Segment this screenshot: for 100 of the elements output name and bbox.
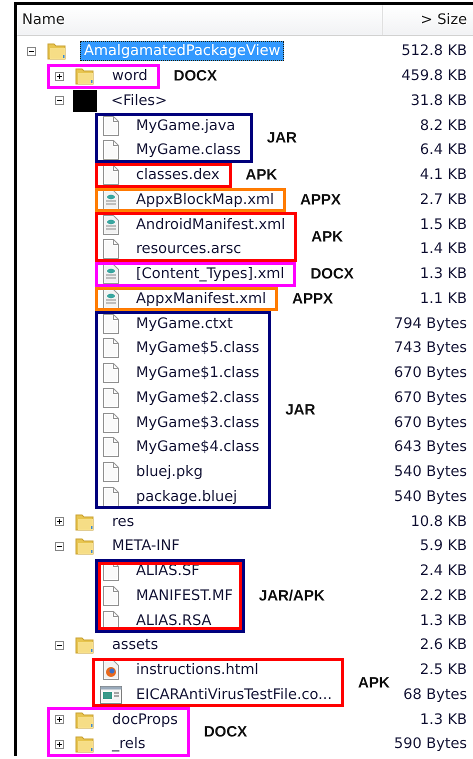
tree-item[interactable]: [Content_Types].xml <box>132 264 288 284</box>
xml-file-icon <box>103 190 119 210</box>
tree-item[interactable]: _rels <box>108 734 150 754</box>
file-size: 1.1 KB <box>420 290 468 307</box>
tree-item[interactable]: AndroidManifest.xml <box>132 214 290 235</box>
file-size: 2.4 KB <box>420 563 468 580</box>
tree-item[interactable]: MyGame$3.class <box>132 412 264 433</box>
file-icon <box>103 437 119 458</box>
annotation-label: APPX <box>300 191 341 208</box>
tree-item[interactable]: assets <box>108 635 162 656</box>
expander-icon[interactable] <box>55 715 64 724</box>
annotation-label: APK <box>246 166 278 184</box>
folder-icon <box>75 710 95 730</box>
html-file-icon <box>103 660 119 680</box>
column-header[interactable]: Name <box>17 12 65 28</box>
file-icon <box>103 363 119 384</box>
annotation-label: APK <box>358 674 390 691</box>
file-icon <box>103 314 119 334</box>
folder-icon <box>47 41 67 62</box>
tree-item[interactable]: MyGame$2.class <box>132 388 264 408</box>
file-icon <box>103 140 119 160</box>
file-size: 540 Bytes <box>394 488 468 505</box>
expander-icon[interactable] <box>27 46 36 56</box>
file-size: 643 Bytes <box>394 439 468 456</box>
expander-icon[interactable] <box>55 740 64 749</box>
file-size: 743 Bytes <box>394 340 468 356</box>
tree-item[interactable]: ALIAS.RSA <box>132 610 216 631</box>
file-size: 670 Bytes <box>394 414 468 431</box>
file-size: 2.5 KB <box>420 662 468 678</box>
file-size: 540 Bytes <box>394 464 468 480</box>
file-size: 670 Bytes <box>394 390 468 406</box>
file-size: 1.4 KB <box>420 241 468 258</box>
tree-item[interactable]: <Files> <box>107 90 172 111</box>
tree-item[interactable]: MyGame$1.class <box>132 363 264 384</box>
file-icon <box>103 412 119 433</box>
xml-file-icon <box>103 214 119 235</box>
tree-item[interactable]: res <box>108 512 138 532</box>
tree-item[interactable]: word <box>108 66 152 86</box>
file-size: 4.1 KB <box>420 167 468 184</box>
file-size: 459.8 KB <box>401 68 468 84</box>
annotation-label: JAR <box>285 402 316 419</box>
file-size: 2.7 KB <box>420 192 468 208</box>
file-icon <box>103 165 119 186</box>
file-size: 794 Bytes <box>394 316 468 332</box>
tree-item[interactable]: docProps <box>108 710 182 730</box>
annotation-label: JAR <box>266 130 297 146</box>
file-size: 1.3 KB <box>420 266 468 282</box>
expander-icon[interactable] <box>55 517 64 526</box>
application-icon <box>100 686 122 704</box>
file-size: 8.2 KB <box>420 118 468 134</box>
folder-icon <box>75 512 95 532</box>
file-size: 5.9 KB <box>420 538 468 554</box>
annotation-label: DOCX <box>174 68 217 85</box>
file-icon <box>103 116 119 136</box>
file-size: 512.8 KB <box>401 43 468 60</box>
expander-icon[interactable] <box>55 72 64 81</box>
tree-item[interactable]: AppxBlockMap.xml <box>132 190 278 210</box>
tree-item[interactable]: EICARAntiVirusTestFile.co... <box>132 684 336 705</box>
file-size: 1.3 KB <box>420 712 468 728</box>
folder-icon <box>75 734 95 754</box>
tree-item[interactable]: MyGame.class <box>132 140 245 160</box>
file-icon <box>103 239 119 260</box>
file-size: 31.8 KB <box>410 92 468 109</box>
tree-item[interactable]: MyGame$4.class <box>132 437 264 458</box>
file-icon <box>103 586 119 606</box>
expander-icon[interactable] <box>55 542 64 551</box>
folder-icon <box>75 536 95 556</box>
xml-file-icon <box>103 264 119 284</box>
file-icon <box>103 462 119 482</box>
file-size: 6.4 KB <box>420 142 468 158</box>
tree-item[interactable]: resources.arsc <box>132 239 246 260</box>
annotation-label: JAR/APK <box>258 587 325 604</box>
expander-icon[interactable] <box>55 96 64 106</box>
column-header[interactable]: > Size <box>382 5 473 35</box>
expander-icon[interactable] <box>55 640 64 650</box>
tree-item[interactable]: classes.dex <box>132 165 224 186</box>
tree-item[interactable]: MyGame.java <box>132 116 240 136</box>
file-size: 2.6 KB <box>420 637 468 654</box>
file-size: 1.5 KB <box>420 216 468 233</box>
redaction-block-icon <box>73 90 97 112</box>
file-size: 670 Bytes <box>394 365 468 382</box>
tree-item[interactable]: META-INF <box>108 536 184 556</box>
annotation-label: APPX <box>292 290 333 308</box>
tree-item[interactable]: instructions.html <box>132 660 263 680</box>
file-icon <box>103 338 119 358</box>
tree-item[interactable]: bluej.pkg <box>132 462 207 482</box>
file-icon <box>103 388 119 408</box>
tree-item[interactable]: MANIFEST.MF <box>132 586 237 606</box>
file-size: 10.8 KB <box>410 514 468 530</box>
tree-item[interactable]: MyGame.ctxt <box>132 314 237 334</box>
file-size: 1.3 KB <box>420 612 468 629</box>
file-icon <box>103 486 119 507</box>
tree-item[interactable]: AppxManifest.xml <box>132 288 270 309</box>
folder-icon <box>75 635 95 656</box>
folder-icon <box>75 66 95 86</box>
tree-item[interactable]: MyGame$5.class <box>132 338 264 358</box>
file-size: 68 Bytes <box>403 686 468 703</box>
tree-item[interactable]: package.bluej <box>132 486 242 507</box>
annotation-label: DOCX <box>310 266 354 283</box>
xml-file-icon <box>103 288 119 309</box>
